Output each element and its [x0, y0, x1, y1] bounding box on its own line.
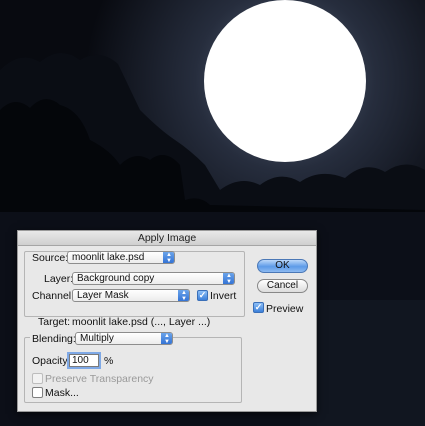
- preview-label: Preview: [266, 303, 304, 315]
- layer-value: Background copy: [77, 273, 155, 284]
- apply-image-dialog: Apply Image Source: moonlit lake.psd ▲ ▼ …: [17, 230, 317, 412]
- opacity-unit: %: [104, 355, 114, 367]
- chevron-updown-icon: ▲ ▼: [223, 273, 234, 284]
- blending-value: Multiply: [80, 333, 114, 344]
- source-label: Source:: [32, 252, 69, 264]
- mask-label: Mask...: [45, 387, 79, 399]
- opacity-input[interactable]: 100: [69, 354, 99, 367]
- channel-label: Channel:: [32, 290, 75, 302]
- channel-popup[interactable]: Layer Mask ▲ ▼: [72, 289, 190, 302]
- chevron-updown-icon: ▲ ▼: [161, 333, 172, 344]
- preserve-transparency-label: Preserve Transparency: [45, 373, 154, 385]
- opacity-label: Opacity:: [32, 355, 71, 367]
- dialog-title: Apply Image: [18, 231, 316, 246]
- preview-checkbox[interactable]: ✓: [253, 302, 264, 313]
- preserve-transparency-checkbox[interactable]: [32, 373, 43, 384]
- moon: [204, 0, 366, 162]
- chevron-updown-icon: ▲ ▼: [163, 252, 174, 263]
- layer-label: Layer:: [44, 273, 74, 285]
- layer-popup[interactable]: Background copy ▲ ▼: [72, 272, 235, 285]
- blending-label: Blending:: [30, 333, 78, 345]
- chevron-updown-icon: ▲ ▼: [178, 290, 189, 301]
- blending-popup[interactable]: Multiply ▲ ▼: [75, 332, 173, 345]
- cancel-button[interactable]: Cancel: [257, 279, 308, 293]
- source-popup[interactable]: moonlit lake.psd ▲ ▼: [67, 251, 175, 264]
- mask-checkbox[interactable]: [32, 387, 43, 398]
- channel-value: Layer Mask: [77, 290, 129, 301]
- source-value: moonlit lake.psd: [72, 252, 145, 263]
- ok-button[interactable]: OK: [257, 259, 308, 273]
- target-value: moonlit lake.psd (..., Layer ...): [72, 316, 211, 328]
- invert-checkbox[interactable]: ✓: [197, 290, 208, 301]
- target-label: Target:: [38, 316, 71, 328]
- invert-label: Invert: [210, 290, 237, 302]
